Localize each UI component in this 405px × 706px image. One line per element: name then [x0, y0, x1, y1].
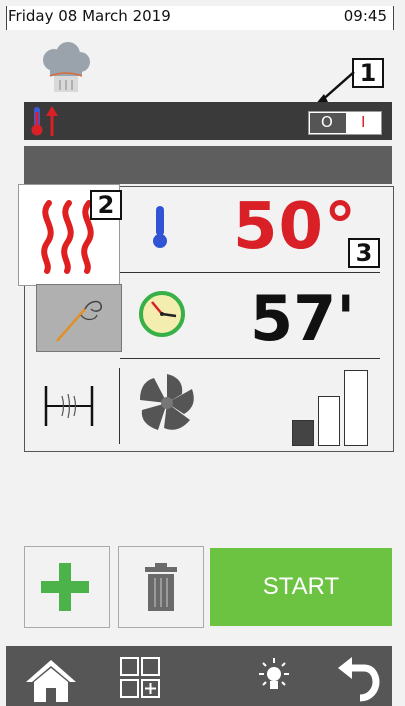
program-name-bar[interactable] — [24, 146, 392, 184]
clock-icon — [138, 290, 186, 338]
back-arrow-icon[interactable] — [336, 656, 380, 702]
fan-icon[interactable] — [134, 370, 200, 436]
time-label: 09:45 — [343, 7, 387, 25]
fan-speed-bar-1 — [292, 420, 314, 446]
divider — [120, 358, 380, 359]
temperature-value[interactable]: 50° — [233, 190, 357, 264]
grid-add-icon[interactable] — [120, 656, 160, 702]
fan-speed-bar-2 — [318, 396, 340, 446]
divider — [119, 368, 120, 444]
time-value[interactable]: 57' — [250, 282, 355, 355]
callout-1: 1 — [352, 58, 384, 88]
thermometer-rising-icon — [28, 104, 64, 138]
divider — [120, 272, 380, 273]
core-probe-icon — [56, 300, 103, 342]
callout-2: 2 — [90, 190, 122, 220]
chef-hat-icon[interactable] — [38, 40, 94, 96]
power-toggle[interactable]: O I — [308, 111, 382, 135]
humidity-damper-icon[interactable] — [42, 384, 96, 428]
fan-speed-indicator[interactable] — [290, 370, 378, 446]
light-bulb-icon[interactable] — [254, 656, 294, 700]
add-button[interactable] — [24, 546, 110, 628]
toggle-off-label: O — [321, 113, 333, 131]
fan-speed-bar-3 — [344, 370, 368, 446]
core-probe-button[interactable] — [36, 284, 122, 352]
toggle-on-label: I — [361, 113, 366, 131]
plus-icon — [41, 563, 89, 611]
delete-button[interactable] — [118, 546, 204, 628]
date-label: Friday 08 March 2019 — [8, 7, 171, 25]
start-button[interactable]: START — [210, 548, 392, 626]
thermometer-icon — [148, 204, 172, 250]
trash-icon — [145, 563, 177, 611]
home-icon[interactable] — [24, 656, 78, 702]
callout-3: 3 — [348, 238, 380, 268]
